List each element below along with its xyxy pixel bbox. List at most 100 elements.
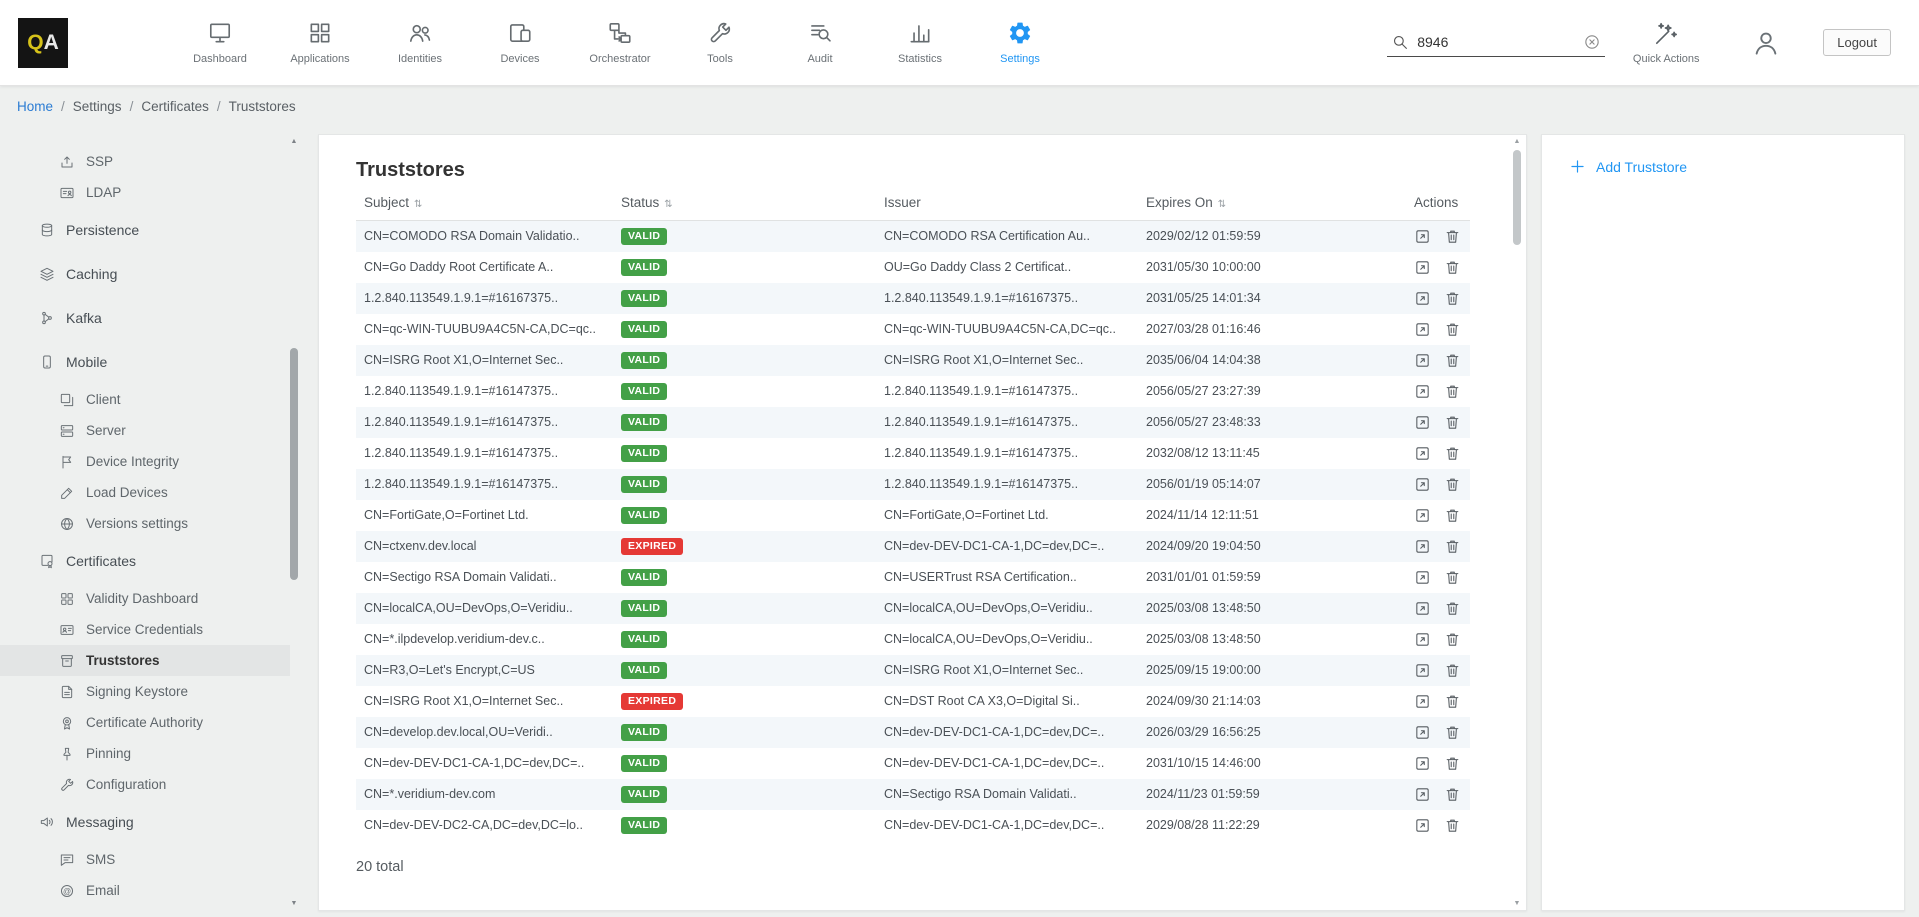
nav-item-applications[interactable]: Applications xyxy=(270,20,370,65)
delete-truststore-button[interactable] xyxy=(1444,817,1461,834)
nav-item-statistics[interactable]: Statistics xyxy=(870,20,970,65)
view-truststore-button[interactable] xyxy=(1414,786,1431,803)
delete-truststore-button[interactable] xyxy=(1444,383,1461,400)
delete-icon xyxy=(1444,476,1461,493)
view-truststore-button[interactable] xyxy=(1414,383,1431,400)
sidebar-item-truststores[interactable]: Truststores xyxy=(0,645,290,676)
view-truststore-button[interactable] xyxy=(1414,321,1431,338)
nav-item-settings[interactable]: Settings xyxy=(970,20,1070,65)
view-truststore-button[interactable] xyxy=(1414,755,1431,772)
sidebar-item-ldap[interactable]: LDAP xyxy=(0,177,290,208)
sidebar-item-mobile[interactable]: Mobile xyxy=(0,340,290,384)
delete-truststore-button[interactable] xyxy=(1444,290,1461,307)
sidebar-item-client[interactable]: Client xyxy=(0,384,290,415)
add-truststore-button[interactable]: Add Truststore xyxy=(1568,157,1904,176)
expires-on-cell: 2024/11/14 12:11:51 xyxy=(1138,500,1406,531)
view-truststore-button[interactable] xyxy=(1414,693,1431,710)
app-logo[interactable]: QA xyxy=(18,18,68,68)
delete-truststore-button[interactable] xyxy=(1444,538,1461,555)
status-badge: VALID xyxy=(621,476,667,493)
view-truststore-button[interactable] xyxy=(1414,662,1431,679)
nav-item-audit[interactable]: Audit xyxy=(770,20,870,65)
column-header-expires-on[interactable]: Expires On⇅ xyxy=(1138,186,1406,221)
sidebar-item-device-integrity[interactable]: Device Integrity xyxy=(0,446,290,477)
view-truststore-button[interactable] xyxy=(1414,414,1431,431)
nav-item-identities[interactable]: Identities xyxy=(370,20,470,65)
view-truststore-button[interactable] xyxy=(1414,724,1431,741)
search-input[interactable] xyxy=(1417,34,1575,50)
table-scrollbar[interactable]: ▲ ▼ xyxy=(1511,138,1523,907)
sidebar-item-ssp[interactable]: SSP xyxy=(0,146,290,177)
clear-search-icon[interactable] xyxy=(1583,33,1601,51)
issuer-cell: CN=COMODO RSA Certification Au.. xyxy=(876,221,1138,252)
delete-truststore-button[interactable] xyxy=(1444,259,1461,276)
nav-item-devices[interactable]: Devices xyxy=(470,20,570,65)
sidebar-item-load-devices[interactable]: Load Devices xyxy=(0,477,290,508)
delete-truststore-button[interactable] xyxy=(1444,414,1461,431)
nav-item-tools[interactable]: Tools xyxy=(670,20,770,65)
scroll-up-icon[interactable]: ▲ xyxy=(288,138,300,145)
sidebar-item-messaging[interactable]: Messaging xyxy=(0,800,290,844)
sidebar-item-email[interactable]: @Email xyxy=(0,875,290,906)
view-truststore-button[interactable] xyxy=(1414,538,1431,555)
breadcrumb-certificates[interactable]: Certificates xyxy=(141,99,209,114)
sidebar-item-pinning[interactable]: Pinning xyxy=(0,738,290,769)
delete-truststore-button[interactable] xyxy=(1444,693,1461,710)
sidebar-item-configuration[interactable]: Configuration xyxy=(0,769,290,800)
sidebar-item-server[interactable]: Server xyxy=(0,415,290,446)
delete-truststore-button[interactable] xyxy=(1444,476,1461,493)
delete-truststore-button[interactable] xyxy=(1444,445,1461,462)
delete-truststore-button[interactable] xyxy=(1444,724,1461,741)
delete-truststore-button[interactable] xyxy=(1444,631,1461,648)
view-truststore-button[interactable] xyxy=(1414,445,1431,462)
logout-button[interactable]: Logout xyxy=(1823,29,1891,56)
breadcrumb-settings[interactable]: Settings xyxy=(73,99,122,114)
view-truststore-button[interactable] xyxy=(1414,817,1431,834)
view-truststore-button[interactable] xyxy=(1414,631,1431,648)
issuer-cell: CN=dev-DEV-DC1-CA-1,DC=dev,DC=.. xyxy=(876,748,1138,779)
view-truststore-button[interactable] xyxy=(1414,228,1431,245)
sidebar-item-kafka[interactable]: Kafka xyxy=(0,296,290,340)
sidebar-item-signing-keystore[interactable]: Signing Keystore xyxy=(0,676,290,707)
delete-truststore-button[interactable] xyxy=(1444,321,1461,338)
column-header-status[interactable]: Status⇅ xyxy=(613,186,876,221)
scroll-down-icon[interactable]: ▼ xyxy=(1511,900,1523,907)
nav-item-dashboard[interactable]: Dashboard xyxy=(170,20,270,65)
sidebar-scrollbar[interactable]: ▲ ▼ xyxy=(288,138,300,907)
breadcrumb-home[interactable]: Home xyxy=(17,99,53,114)
delete-truststore-button[interactable] xyxy=(1444,600,1461,617)
delete-truststore-button[interactable] xyxy=(1444,786,1461,803)
scroll-down-icon[interactable]: ▼ xyxy=(288,900,300,907)
sidebar-item-certificate-authority[interactable]: Certificate Authority xyxy=(0,707,290,738)
sidebar-item-versions-settings[interactable]: Versions settings xyxy=(0,508,290,539)
delete-truststore-button[interactable] xyxy=(1444,755,1461,772)
view-truststore-button[interactable] xyxy=(1414,476,1431,493)
breadcrumb-truststores[interactable]: Truststores xyxy=(229,99,296,114)
sidebar-item-sms[interactable]: SMS xyxy=(0,844,290,875)
sidebar-item-label: Certificates xyxy=(66,553,136,569)
view-truststore-button[interactable] xyxy=(1414,352,1431,369)
quick-actions-button[interactable]: Quick Actions xyxy=(1627,21,1705,65)
delete-truststore-button[interactable] xyxy=(1444,507,1461,524)
view-truststore-button[interactable] xyxy=(1414,290,1431,307)
view-truststore-button[interactable] xyxy=(1414,507,1431,524)
delete-truststore-button[interactable] xyxy=(1444,228,1461,245)
sidebar-item-certificates[interactable]: Certificates xyxy=(0,539,290,583)
view-truststore-button[interactable] xyxy=(1414,569,1431,586)
sidebar-item-notifications[interactable]: Notifications xyxy=(0,906,290,911)
sidebar-item-service-credentials[interactable]: Service Credentials xyxy=(0,614,290,645)
sidebar-item-validity-dashboard[interactable]: Validity Dashboard xyxy=(0,583,290,614)
sidebar-scrollbar-thumb[interactable] xyxy=(290,348,298,580)
user-menu-icon[interactable] xyxy=(1751,28,1781,58)
nav-item-orchestrator[interactable]: Orchestrator xyxy=(570,20,670,65)
view-truststore-button[interactable] xyxy=(1414,600,1431,617)
column-header-subject[interactable]: Subject⇅ xyxy=(356,186,613,221)
delete-truststore-button[interactable] xyxy=(1444,352,1461,369)
delete-truststore-button[interactable] xyxy=(1444,662,1461,679)
view-truststore-button[interactable] xyxy=(1414,259,1431,276)
sidebar-item-persistence[interactable]: Persistence xyxy=(0,208,290,252)
sidebar-item-caching[interactable]: Caching xyxy=(0,252,290,296)
scroll-up-icon[interactable]: ▲ xyxy=(1511,138,1523,145)
delete-truststore-button[interactable] xyxy=(1444,569,1461,586)
table-scrollbar-thumb[interactable] xyxy=(1513,150,1521,245)
